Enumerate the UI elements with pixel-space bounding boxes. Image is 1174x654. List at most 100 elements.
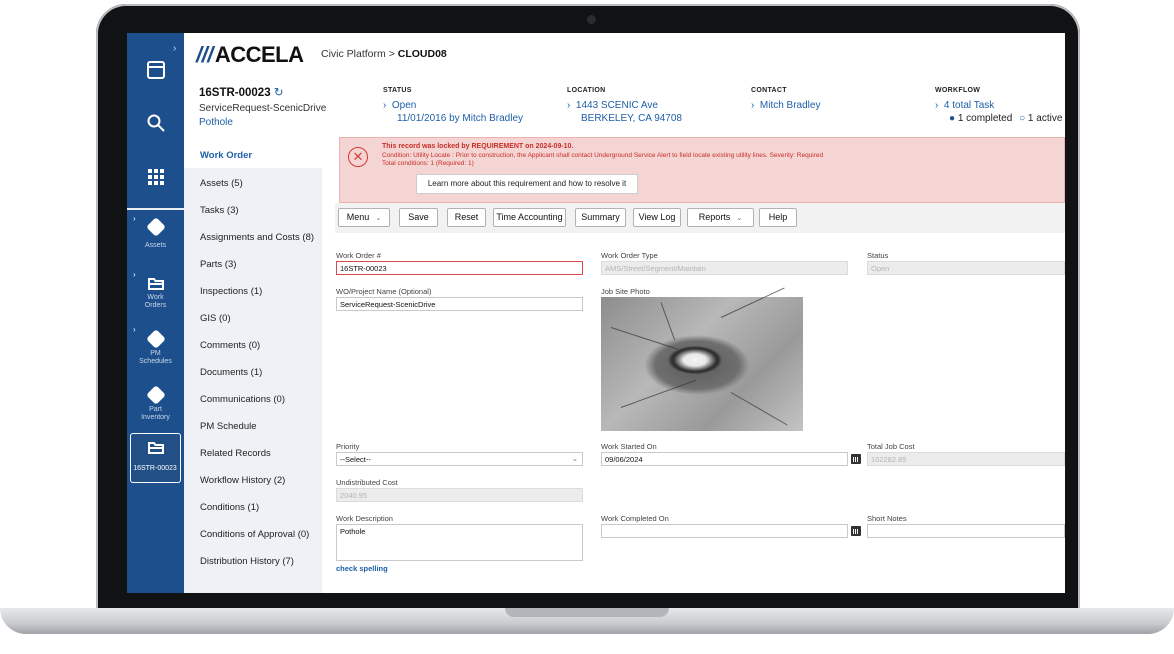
status-link[interactable]: › Open [383, 99, 523, 112]
undistributed-cost-label: Undistributed Cost [336, 478, 398, 487]
job-site-photo[interactable] [601, 287, 803, 431]
project-name-label: WO/Project Name (Optional) [336, 287, 432, 296]
time-accounting-button[interactable]: Time Accounting [493, 208, 566, 227]
status-column: STATUS › Open 11/01/2016 by Mitch Bradle… [383, 87, 524, 124]
summary-button[interactable]: Summary [575, 208, 626, 227]
tab-conditions[interactable]: Conditions (1) [200, 502, 259, 513]
status-label: Status [867, 251, 889, 260]
pm-schedules-icon [145, 329, 166, 349]
sidebar-item-label: Part Inventory [141, 406, 170, 421]
calendar-icon[interactable] [851, 454, 861, 464]
location-column: LOCATION › 1443 SCENIC Ave BERKELEY, CA … [567, 87, 682, 124]
reset-button[interactable]: Reset [447, 208, 486, 227]
total-job-cost-input[interactable]: 102282.85 [867, 452, 1065, 466]
sidebar-item-pm-schedules[interactable]: PM Schedules [127, 329, 184, 366]
chevron-down-icon: ⌄ [375, 215, 382, 222]
location-line2: BERKELEY, CA 94708 [581, 113, 682, 124]
project-name-input[interactable]: ServiceRequest-ScenicDrive [336, 297, 583, 311]
chevron-down-icon: ⌄ [571, 454, 578, 463]
camera-icon [587, 15, 596, 24]
chevron-down-icon: ⌄ [736, 215, 743, 222]
status-detail: 11/01/2016 by Mitch Bradley [397, 113, 524, 124]
breadcrumb-agency[interactable]: CLOUD08 [398, 48, 447, 60]
tab-work-order[interactable]: Work Order [200, 150, 252, 161]
tab-assignments-costs[interactable]: Assignments and Costs (8) [200, 232, 314, 243]
tab-pm-schedule[interactable]: PM Schedule [200, 421, 257, 432]
priority-select[interactable]: --Select-- ⌄ [336, 452, 583, 466]
sidebar-item-open-record[interactable]: 16STR-00023 [130, 433, 181, 483]
record-tab-menu: Work Order Assets (5) Tasks (3) Assignme… [184, 140, 322, 593]
work-description-label: Work Description [336, 514, 393, 523]
assets-icon [145, 217, 166, 237]
folder-icon [148, 442, 164, 454]
sidebar-item-label: Work Orders [144, 294, 167, 309]
nav-divider [127, 208, 184, 210]
search-button[interactable] [127, 113, 184, 135]
job-site-photo-label: Job Site Photo [601, 287, 650, 296]
short-notes-input[interactable] [867, 524, 1065, 538]
reports-dropdown[interactable]: Reports ⌄ [687, 208, 754, 227]
tab-documents[interactable]: Documents (1) [200, 367, 262, 378]
workflow-link[interactable]: › 4 total Task [935, 99, 1062, 112]
contact-column: CONTACT › Mitch Bradley [751, 87, 821, 112]
tab-comments[interactable]: Comments (0) [200, 340, 260, 351]
location-link[interactable]: › 1443 SCENIC Ave [567, 99, 682, 112]
tab-gis[interactable]: GIS (0) [200, 313, 231, 324]
sidebar-item-label: 16STR-00023 [133, 465, 177, 472]
chevron-right-icon[interactable]: › [173, 43, 176, 54]
work-order-type-input[interactable]: AMS/Street/Segment/Maintain [601, 261, 848, 275]
alert-title: This record was locked by REQUIREMENT on… [382, 143, 574, 150]
calendar-icon[interactable] [851, 526, 861, 536]
tab-conditions-of-approval[interactable]: Conditions of Approval (0) [200, 529, 309, 540]
sidebar-item-work-orders[interactable]: Work Orders [127, 276, 184, 310]
work-description-textarea[interactable]: Pothole [336, 524, 583, 561]
status-input[interactable]: Open [867, 261, 1065, 275]
logo-mark-icon: /// [196, 42, 213, 67]
error-circle-icon: ✕ [348, 147, 368, 167]
view-log-button[interactable]: View Log [633, 208, 681, 227]
active-dot-icon: ○ [1019, 113, 1026, 124]
sidebar-item-part-inventory[interactable]: Part Inventory [127, 385, 184, 422]
tab-related-records[interactable]: Related Records [200, 448, 271, 459]
work-order-input[interactable]: 16STR-00023 [336, 261, 583, 275]
save-button[interactable]: Save [399, 208, 438, 227]
work-completed-label: Work Completed On [601, 514, 669, 523]
total-job-cost-label: Total Job Cost [867, 442, 915, 451]
refresh-icon[interactable]: ↻ [274, 87, 284, 99]
record-subtype[interactable]: Pothole [199, 117, 233, 128]
tab-assets[interactable]: Assets (5) [200, 178, 243, 189]
contact-link[interactable]: › Mitch Bradley [751, 99, 820, 112]
panel-icon [146, 61, 165, 79]
breadcrumb: Civic Platform > CLOUD08 [321, 48, 447, 60]
record-id: 16STR-00023 ↻ [199, 87, 284, 99]
check-spelling-link[interactable]: check spelling [336, 564, 388, 573]
tab-tasks[interactable]: Tasks (3) [200, 205, 239, 216]
short-notes-label: Short Notes [867, 514, 907, 523]
sidebar-item-label: Assets [144, 242, 166, 249]
tab-distribution-history[interactable]: Distribution History (7) [200, 556, 294, 567]
tab-communications[interactable]: Communications (0) [200, 394, 285, 405]
apps-button[interactable] [127, 167, 184, 189]
undistributed-cost-input[interactable]: 2040.95 [336, 488, 583, 502]
help-button[interactable]: Help [759, 208, 797, 227]
menu-dropdown[interactable]: Menu ⌄ [338, 208, 390, 227]
work-order-type-label: Work Order Type [601, 251, 658, 260]
breadcrumb-platform[interactable]: Civic Platform [321, 48, 386, 60]
work-started-input[interactable]: 09/06/2024 [601, 452, 848, 466]
part-inventory-icon [145, 385, 166, 405]
sidebar-item-assets[interactable]: Assets [127, 217, 184, 249]
record-type: ServiceRequest-ScenicDrive [199, 103, 327, 114]
left-nav: › › Assets › Work Orders › PM Schedules … [127, 33, 184, 593]
work-order-label: Work Order # [336, 251, 381, 260]
alert-totals: Total conditions: 1 (Required: 1) [382, 160, 474, 167]
work-started-label: Work Started On [601, 442, 657, 451]
tab-workflow-history[interactable]: Workflow History (2) [200, 475, 285, 486]
learn-more-button[interactable]: Learn more about this requirement and ho… [416, 174, 638, 194]
panel-toggle-button[interactable] [127, 60, 184, 82]
grid-icon [147, 169, 164, 185]
tab-inspections[interactable]: Inspections (1) [200, 286, 262, 297]
accela-logo[interactable]: ///ACCELA [196, 42, 304, 68]
search-icon [147, 114, 165, 132]
tab-parts[interactable]: Parts (3) [200, 259, 236, 270]
work-completed-input[interactable] [601, 524, 848, 538]
